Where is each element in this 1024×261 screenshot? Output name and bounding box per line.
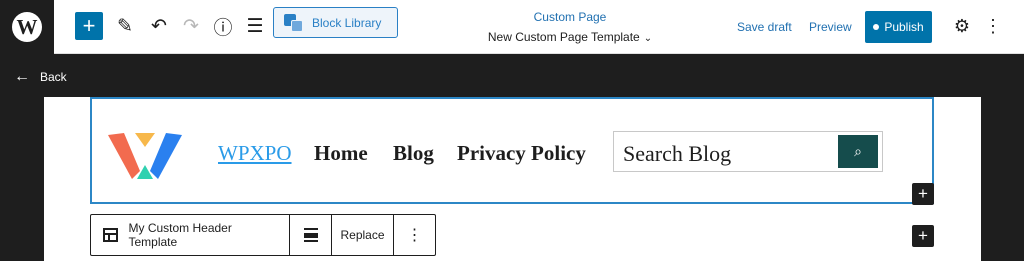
wordpress-logo[interactable]: W — [0, 0, 54, 54]
template-name-label[interactable]: New Custom Page Template ⌄ — [470, 30, 670, 44]
align-icon — [303, 228, 318, 242]
add-block-button[interactable]: + — [75, 12, 103, 40]
chevron-down-icon: ⌄ — [643, 33, 653, 44]
block-library-icon — [284, 13, 304, 32]
undo-icon[interactable]: ↶ — [146, 13, 172, 39]
info-icon[interactable]: ⓘ — [210, 13, 236, 39]
editor-top-toolbar: W + ✎ ↶ ↷ ⓘ ☰ Block Library Custom Page … — [0, 0, 1024, 54]
save-draft-button[interactable]: Save draft — [737, 20, 792, 34]
nav-link-wpxpo[interactable]: WPXPO — [218, 141, 292, 166]
append-block-button[interactable]: + — [912, 225, 934, 247]
search-icon: ⌕ — [854, 143, 862, 159]
block-inserter-button[interactable]: + — [912, 183, 934, 205]
back-arrow-icon: ← — [14, 68, 30, 85]
align-button[interactable] — [290, 215, 332, 255]
publish-button[interactable]: Publish — [865, 11, 932, 43]
back-label: Back — [40, 70, 67, 84]
block-toolbar: My Custom Header Template Replace ⋮ — [90, 214, 436, 256]
more-options-icon[interactable]: ⋮ — [394, 215, 435, 255]
document-title[interactable]: Custom Page New Custom Page Template ⌄ — [470, 10, 670, 44]
wordpress-icon: W — [12, 12, 42, 42]
template-part-label: My Custom Header Template — [128, 221, 232, 249]
nav-link-blog[interactable]: Blog — [393, 141, 434, 166]
search-input[interactable]: Search Blog ⌕ — [613, 131, 883, 172]
nav-link-privacy-policy[interactable]: Privacy Policy — [457, 141, 586, 166]
gear-icon[interactable]: ⚙ — [951, 15, 973, 37]
header-template-block[interactable]: WPXPO Home Blog Privacy Policy Search Bl… — [90, 97, 934, 204]
pen-tool-icon[interactable]: ✎ — [112, 13, 138, 39]
status-dot-icon — [873, 24, 880, 30]
block-library-button[interactable]: Block Library — [273, 7, 398, 38]
options-icon[interactable]: ⋮ — [984, 15, 1002, 37]
back-button[interactable]: ← Back — [14, 68, 67, 86]
search-button[interactable]: ⌕ — [838, 135, 878, 168]
search-placeholder: Search Blog — [623, 141, 732, 166]
publish-label: Publish — [884, 20, 924, 34]
list-view-icon[interactable]: ☰ — [242, 13, 268, 39]
template-part-icon — [103, 228, 119, 242]
redo-icon[interactable]: ↷ — [178, 13, 204, 39]
block-library-label: Block Library — [312, 15, 382, 30]
post-type-label[interactable]: Custom Page — [470, 10, 670, 24]
template-part-selector[interactable]: My Custom Header Template — [91, 215, 290, 255]
wpxpo-logo — [108, 133, 182, 179]
replace-button[interactable]: Replace — [332, 215, 394, 255]
preview-button[interactable]: Preview — [809, 20, 852, 34]
nav-link-home[interactable]: Home — [314, 141, 368, 166]
